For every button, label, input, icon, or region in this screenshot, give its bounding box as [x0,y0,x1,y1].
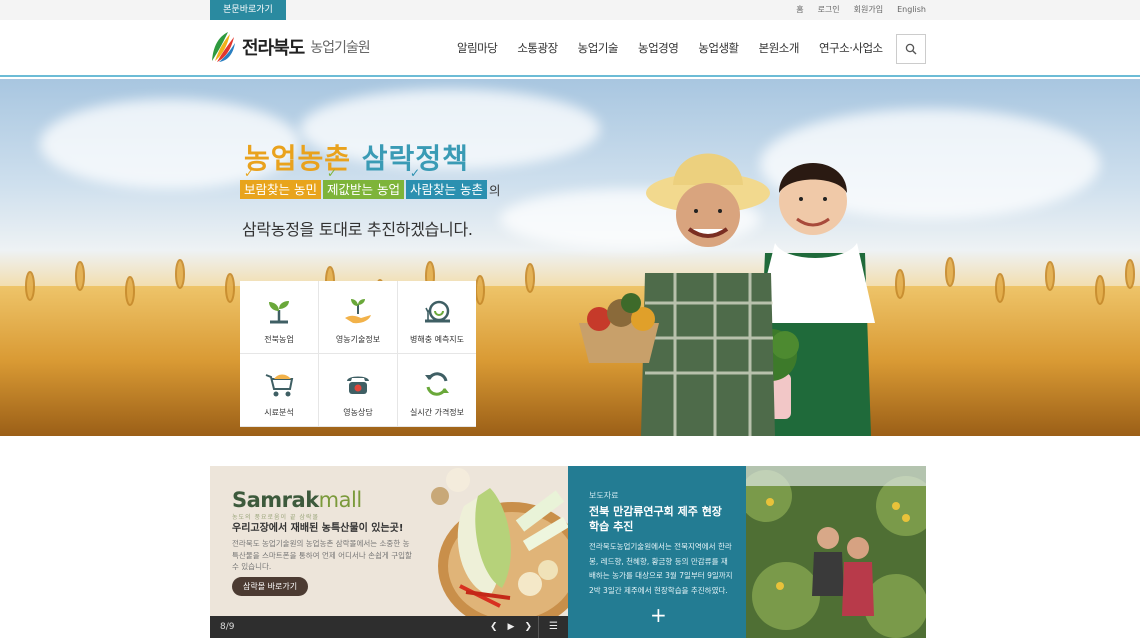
hero-banner: 농업농촌 삼락정책 ✓ 보람찾는 농민 ✓ 제값받는 농업 ✓ 사람찾는 농촌 … [0,79,1140,436]
util-link-english[interactable]: English [897,0,926,20]
banner-pager: 8/9 ❮ ▶ ❯ ☰ [210,616,568,638]
quick-link-jeonbuk-agri[interactable]: 전북농업 [240,281,318,353]
press-release-panel: 보도자료 전북 만감류연구회 제주 현장 학습 추진 전라북도농업기술원에서는 … [568,466,746,638]
play-icon[interactable]: ▶ [508,616,515,638]
policy-chip-tail: 의 [488,183,501,198]
skip-to-content-link[interactable]: 본문바로가기 [210,0,286,20]
prev-icon[interactable]: ❮ [490,616,498,638]
pager-controls: ❮ ▶ ❯ [490,616,532,638]
quick-link-consulting[interactable]: 영농상담 [319,354,397,426]
wheat-field-illustration [0,257,1140,436]
hand-sprout-icon [345,299,371,324]
util-link-home[interactable]: 홈 [796,0,803,20]
nav-item-institutes[interactable]: 연구소·사업소 [809,20,893,75]
search-button[interactable] [896,34,926,64]
utility-links: 홈 로그인 회원가입 English [796,0,926,20]
snail-icon [425,300,450,323]
mall-description: 전라북도 농업기술원의 농업농촌 삼락몰에서는 소중한 농특산물을 스마트폰을 … [232,539,412,571]
news-category: 보도자료 [589,491,619,500]
mall-logo-text-a: Samrak [232,488,319,512]
menu-icon[interactable]: ☰ [538,616,568,638]
more-plus-icon[interactable]: + [650,605,667,625]
site-header: 전라북도 농업기술원 알림마당 소통광장 농업기술 농업경영 농업생활 본원소개… [0,20,1140,77]
nav-item-notice[interactable]: 알림마당 [447,20,507,75]
site-logo[interactable]: 전라북도 농업기술원 [210,30,371,64]
news-body: 전라북도농업기술원에서는 전북지역에서 한라봉, 레드향, 천혜향, 황금향 등… [589,542,733,595]
hero-subtitle: 삼락농정을 토대로 추진하겠습니다. [242,220,473,239]
content-section: Samrakmall 농도의 풍요로움이 끝 삼락몰 우리고장에서 재배된 농특… [210,466,926,638]
refresh-icon [425,372,449,396]
vegetables-illustration [431,468,568,616]
quick-link-label: 영농상담 [343,408,373,417]
quick-link-sample-analysis[interactable]: 시료분석 [240,354,318,426]
samrak-mall-logo: Samrakmall [232,488,362,512]
nav-item-agri-management[interactable]: 농업경영 [628,20,688,75]
sprout-icon [269,301,289,324]
policy-chip-2: ✓ 제값받는 농업 [322,166,404,199]
quick-link-pest-map[interactable]: 병해충 예측지도 [398,281,476,353]
quick-link-label: 병해충 예측지도 [409,335,465,344]
quick-link-label: 전북농업 [264,335,294,344]
samrak-mall-banner: Samrakmall 농도의 풍요로움이 끝 삼락몰 우리고장에서 재배된 농특… [210,466,568,638]
check-icon: ✓ [409,166,421,180]
wheelbarrow-icon [265,374,294,397]
quick-link-label: 영농기술정보 [335,335,381,344]
hero-title: 농업농촌 삼락정책 [244,137,469,177]
nav-item-about[interactable]: 본원소개 [749,20,809,75]
next-icon[interactable]: ❯ [524,616,532,638]
logo-emblem-icon [212,32,235,62]
logo-sub-text: 농업기술원 [310,40,370,56]
telephone-icon [347,376,369,394]
quick-link-label: 시료분석 [264,408,294,417]
policy-chip-label: 사람찾는 농촌 [405,180,487,199]
quick-links-grid: 전북농업 영농기술정보 병해충 예측지도 시료분석 영농상담 실시간 가격정보 [240,281,476,427]
mall-logo-text-b: mall [318,488,363,512]
logo-main-text: 전라북도 [242,38,305,59]
quick-link-price-info[interactable]: 실시간 가격정보 [398,354,476,426]
policy-chip-label: 제값받는 농업 [322,180,404,199]
hero-policy-chips: ✓ 보람찾는 농민 ✓ 제값받는 농업 ✓ 사람찾는 농촌 의 [240,166,501,199]
util-link-join[interactable]: 회원가입 [854,0,883,20]
main-nav: 알림마당 소통광장 농업기술 농업경영 농업생활 본원소개 연구소·사업소 [447,20,893,75]
news-title[interactable]: 전북 만감류연구회 제주 현장 학습 추진 [589,504,729,534]
pager-count: 8/9 [220,622,235,632]
policy-chip-1: ✓ 보람찾는 농민 [240,166,321,199]
nav-item-agri-tech[interactable]: 농업기술 [568,20,628,75]
quick-link-farming-tech[interactable]: 영농기술정보 [319,281,397,353]
search-icon [905,43,917,55]
news-photo [746,466,926,638]
mall-headline: 우리고장에서 재배된 농특산물이 있는곳! [232,523,404,534]
check-icon: ✓ [326,166,338,180]
quick-link-label: 실시간 가격정보 [409,408,465,417]
greenhouse-photo [746,466,926,638]
util-link-login[interactable]: 로그인 [818,0,840,20]
mall-shortcut-button[interactable]: 삼락몰 바로가기 [232,577,309,596]
policy-chip-label: 보람찾는 농민 [240,180,321,199]
check-icon: ✓ [244,166,255,180]
farmers-photo [579,153,875,436]
nav-item-community[interactable]: 소통광장 [507,20,567,75]
top-utility-bar: 본문바로가기 홈 로그인 회원가입 English [0,0,1140,20]
policy-chip-3: ✓ 사람찾는 농촌 [405,166,487,199]
nav-item-agri-life[interactable]: 농업생활 [688,20,748,75]
